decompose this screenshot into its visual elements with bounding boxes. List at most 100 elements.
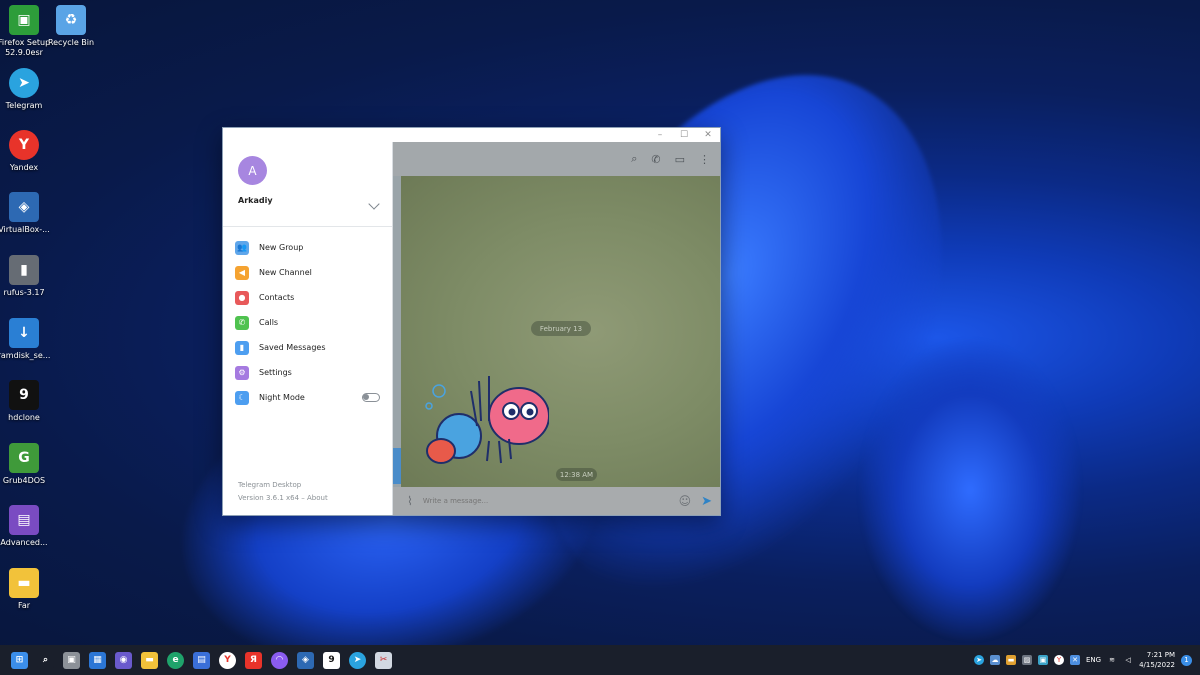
gear-icon: ⚙ [235, 365, 249, 380]
telegram-icon: ➤ [9, 68, 39, 98]
task-view-icon[interactable]: ▣ [63, 651, 80, 669]
desktop-icon-label: rufus-3.17 [3, 288, 45, 297]
network-adapter-tray-icon[interactable]: ▨ [1022, 655, 1032, 665]
wifi-icon[interactable]: ≋ [1107, 655, 1117, 665]
attach-icon[interactable]: ⌇ [407, 494, 413, 508]
sidebar-toggle-icon[interactable]: ▭ [675, 153, 685, 166]
menu-list: 👥 New Group ◀ New Channel ● Contacts ✆ C… [223, 227, 392, 410]
store-icon[interactable]: ▤ [193, 651, 210, 669]
telegram-tray-icon[interactable]: ➤ [974, 655, 984, 665]
menu-item-calls[interactable]: ✆ Calls [223, 310, 392, 335]
desktop-icon-yandex[interactable]: Y Yandex [0, 130, 55, 173]
search-icon[interactable]: ⌕ [37, 651, 54, 669]
security-tray-icon[interactable]: ✕ [1070, 655, 1080, 665]
maximize-button[interactable]: ☐ [678, 130, 690, 140]
drive-tray-icon[interactable]: ▬ [1006, 655, 1016, 665]
menu-item-new-group[interactable]: 👥 New Group [223, 235, 392, 260]
volume-icon[interactable]: ◁ [1123, 655, 1133, 665]
night-mode-toggle[interactable] [362, 393, 380, 402]
profile-section: A Arkadiy [223, 142, 392, 227]
wallpaper-bloom [860, 340, 1080, 640]
chevron-down-icon[interactable] [368, 198, 380, 210]
desktop-icon-rufus[interactable]: ▮ rufus-3.17 [0, 255, 55, 298]
menu-item-label: New Group [259, 243, 304, 252]
contact-icon: ● [235, 290, 249, 305]
megaphone-icon: ◀ [235, 265, 249, 280]
group-icon: 👥 [235, 240, 249, 255]
menu-item-night-mode[interactable]: ☾ Night Mode [223, 385, 392, 410]
widgets-icon[interactable]: ▦ [89, 651, 106, 669]
menu-item-settings[interactable]: ⚙ Settings [223, 360, 392, 385]
desktop-icon-label: Recycle Bin [47, 38, 95, 47]
chat-icon[interactable]: ◉ [115, 651, 132, 669]
windows-start-icon[interactable]: ⊞ [11, 651, 28, 669]
virtualbox-taskbar-icon[interactable]: ◈ [297, 651, 314, 669]
chat-list-highlight [393, 448, 401, 484]
language-indicator[interactable]: ENG [1086, 656, 1101, 664]
system-tray: ➤ ☁ ▬ ▨ ▣ Y ✕ ENG ≋ ◁ 7:21 PM 4/15/2022 … [974, 645, 1192, 675]
moon-icon: ☾ [235, 390, 249, 405]
menu-item-label: Saved Messages [259, 343, 326, 352]
desktop-icon-far[interactable]: ▬ Far [0, 568, 55, 611]
send-icon[interactable]: ➤ [701, 494, 712, 509]
clock-date: 4/15/2022 [1139, 661, 1175, 669]
desktop-icon-virtualbox[interactable]: ◈ VirtualBox-... [0, 192, 55, 235]
edge-icon[interactable]: e [167, 651, 184, 669]
desktop-icon-grub4dos[interactable]: G Grub4DOS [0, 443, 55, 486]
usb-drive-icon: ▮ [9, 255, 39, 285]
menu-item-saved-messages[interactable]: ▮ Saved Messages [223, 335, 392, 360]
phone-icon: ✆ [235, 315, 249, 330]
phone-icon[interactable]: ✆ [651, 153, 660, 166]
chat-background: February 13 12:38 AM [401, 176, 720, 487]
hardware-tray-icon[interactable]: ▣ [1038, 655, 1048, 665]
menu-item-label: Calls [259, 318, 279, 327]
desktop-icon-area: ▣ Firefox Setup 52.9.0esr ♻ Recycle Bin … [0, 0, 100, 640]
desktop-icon-telegram[interactable]: ➤ Telegram [0, 68, 55, 111]
recycle-bin-icon: ♻ [56, 5, 86, 35]
menu-item-new-channel[interactable]: ◀ New Channel [223, 260, 392, 285]
snipping-tool-icon[interactable]: ✂ [375, 651, 392, 669]
cloud-tray-icon[interactable]: ☁ [990, 655, 1000, 665]
menu-item-contacts[interactable]: ● Contacts [223, 285, 392, 310]
emoji-icon[interactable]: ☺ [679, 494, 692, 508]
avatar[interactable]: A [238, 156, 267, 185]
window-titlebar[interactable]: – ☐ ✕ [223, 128, 720, 142]
desktop-icon-label: Far [17, 601, 31, 610]
taskbar-apps: ⊞ ⌕ ▣ ▦ ◉ ▬ e ▤ Y Я ◠ ◈ 9 ➤ ✂ [0, 651, 392, 669]
grub4dos-icon: G [9, 443, 39, 473]
more-vertical-icon[interactable]: ⋮ [699, 153, 710, 166]
notification-badge[interactable]: 1 [1181, 654, 1192, 666]
shrimp-sticker[interactable] [419, 371, 549, 471]
menu-item-label: Settings [259, 368, 292, 377]
yandex-y-icon[interactable]: Y [219, 651, 236, 669]
virtualbox-icon: ◈ [9, 192, 39, 222]
desktop-icon-label: VirtualBox-... [0, 225, 50, 234]
alice-icon[interactable]: ◠ [271, 651, 288, 669]
desktop-icon-label: Telegram [5, 101, 43, 110]
minimize-button[interactable]: – [654, 130, 666, 140]
taskbar: ⊞ ⌕ ▣ ▦ ◉ ▬ e ▤ Y Я ◠ ◈ 9 ➤ ✂ ➤ ☁ ▬ ▨ ▣ … [0, 645, 1200, 675]
side-menu: A Arkadiy 👥 New Group ◀ New Channel ● Co… [223, 142, 393, 515]
advanced-app-icon: ▤ [9, 505, 39, 535]
desktop-icon-recycle-bin[interactable]: ♻ Recycle Bin [40, 5, 102, 48]
search-icon[interactable]: ⌕ [631, 152, 637, 166]
app-version[interactable]: Version 3.6.1 x64 – About [238, 492, 328, 505]
app-name: Telegram Desktop [238, 481, 302, 489]
file-explorer-icon[interactable]: ▬ [141, 651, 158, 669]
yandex-browser-icon: Y [9, 130, 39, 160]
download-icon: ↓ [9, 318, 39, 348]
telegram-taskbar-icon[interactable]: ➤ [349, 651, 366, 669]
folder-icon: ▬ [9, 568, 39, 598]
yandex-ya-icon[interactable]: Я [245, 651, 262, 669]
message-input[interactable] [422, 497, 669, 505]
desktop-icon-advanced[interactable]: ▤ Advanced... [0, 505, 55, 548]
close-button[interactable]: ✕ [702, 130, 714, 140]
clock[interactable]: 7:21 PM 4/15/2022 [1139, 650, 1175, 670]
desktop-icon-hdclone[interactable]: 9 hdclone [0, 380, 55, 423]
hdclone-taskbar-icon[interactable]: 9 [323, 651, 340, 669]
desktop-icon-ramdisk[interactable]: ↓ ramdisk_se... [0, 318, 55, 361]
desktop-icon-label: Grub4DOS [2, 476, 46, 485]
hdclone-icon: 9 [9, 380, 39, 410]
menu-item-label: Contacts [259, 293, 295, 302]
yandex-tray-icon[interactable]: Y [1054, 655, 1064, 665]
